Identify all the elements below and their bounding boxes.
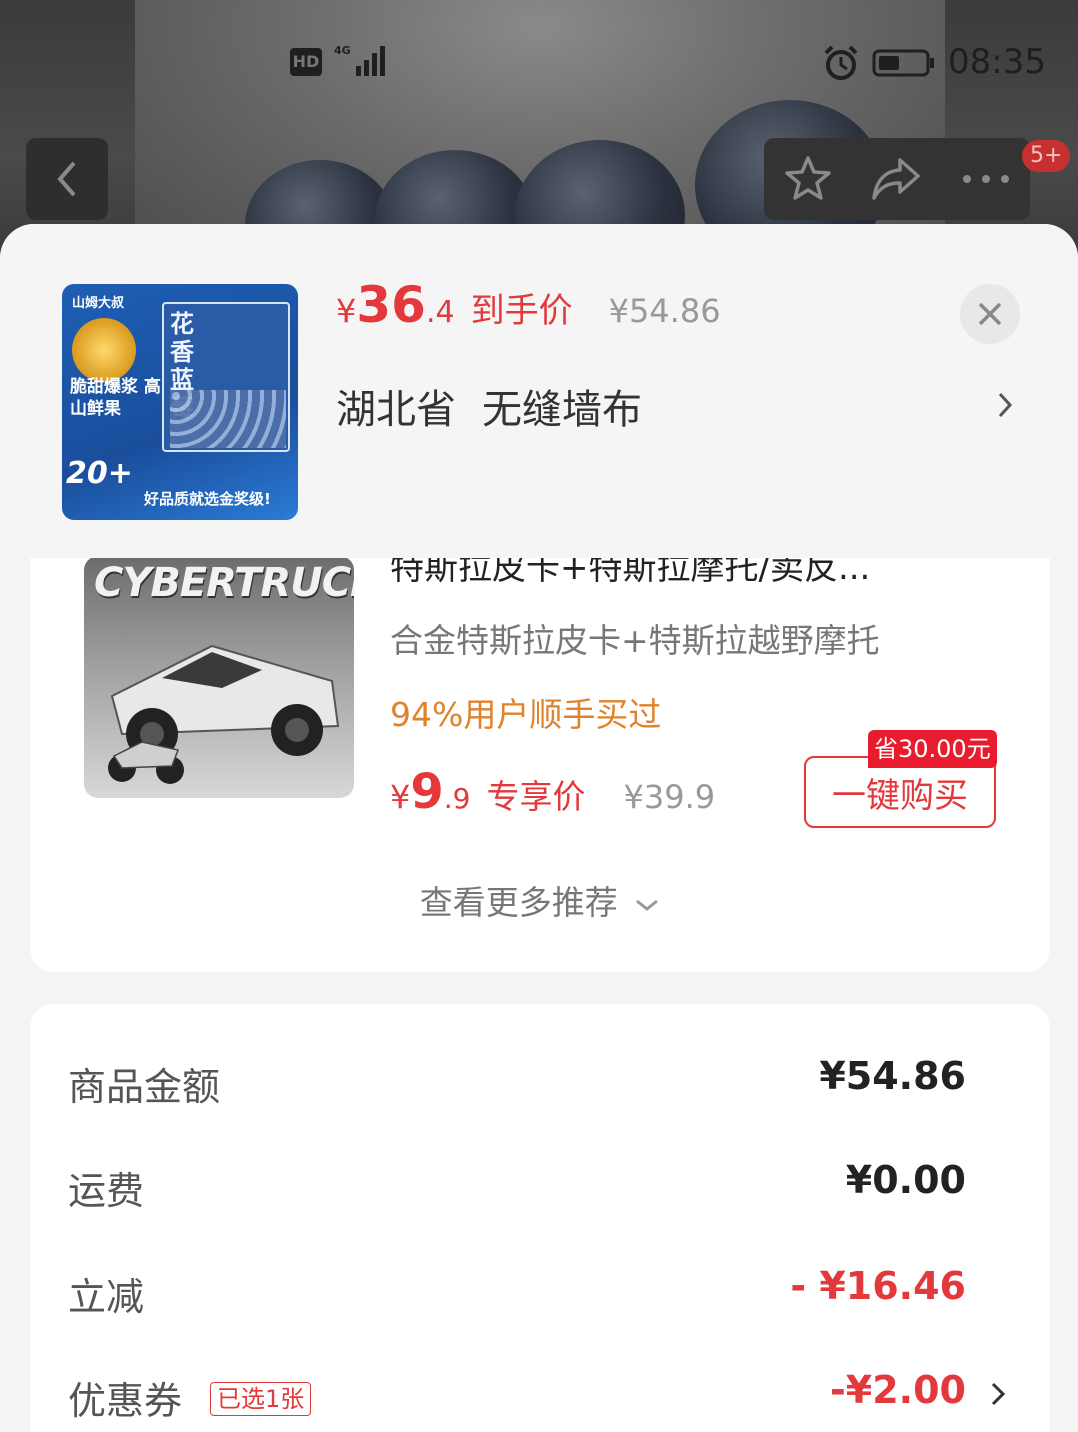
recommend-image-title: CYBERTRUCK (94, 560, 354, 606)
hd-indicator: HD (290, 48, 322, 76)
more-icon (963, 175, 1009, 183)
cybertruck-icon (108, 644, 340, 784)
summary-value: -¥2.00 (830, 1368, 966, 1412)
address-selector[interactable]: 湖北省 无缝墙布 (336, 376, 1026, 436)
summary-label: 运费 (68, 1169, 145, 1213)
blueberry-pack-icon (170, 390, 286, 448)
price-label: 到手价 (470, 291, 573, 331)
more-button[interactable] (942, 138, 1030, 220)
close-button[interactable] (960, 284, 1020, 344)
summary-label: 立减 (68, 1275, 145, 1319)
chevron-right-icon (998, 392, 1013, 418)
final-price: ¥ 36 .4 到手价 ¥54.86 (336, 276, 721, 346)
product-thumbnail[interactable]: 山姆大叔 花香蓝莓 脆甜爆浆 高山鲜果 20+ 好品质就选金奖级! (62, 284, 298, 520)
summary-value: - ¥16.46 (790, 1264, 966, 1308)
address-province: 湖北省 (336, 387, 456, 433)
summary-value: ¥54.86 (819, 1054, 966, 1098)
summary-row-shipping: 运费 ¥0.00 (30, 1146, 1050, 1226)
summary-row-discount: 立减 - ¥16.46 (30, 1252, 1050, 1332)
more-recommendations-label: 查看更多推荐 (419, 883, 618, 922)
more-recommendations-link[interactable]: 查看更多推荐 (30, 876, 1050, 924)
background-product-photo: HD 4G 08:35 5+ (0, 0, 1078, 260)
share-icon (872, 158, 920, 200)
star-icon (785, 156, 831, 200)
coupon-selected-badge: 已选1张 (210, 1382, 312, 1416)
chevron-right-icon (991, 1382, 1006, 1406)
thumb-footer: 好品质就选金奖级! (144, 490, 271, 508)
recommend-price-integer: 9 (410, 764, 444, 820)
recommend-social-proof: 94%用户顺手买过 (390, 695, 662, 734)
blueberry-photo (135, 0, 945, 260)
price-yen: ¥ (336, 292, 357, 330)
thumb-tagline: 脆甜爆浆 高山鲜果 (70, 377, 161, 419)
battery-icon (872, 49, 934, 77)
chevron-down-icon (636, 899, 659, 911)
recommend-subtitle: 合金特斯拉皮卡+特斯拉越野摩托 (390, 621, 880, 660)
top-action-group (764, 138, 1030, 220)
recommend-price-decimal: .9 (443, 782, 471, 815)
product-header: 山姆大叔 花香蓝莓 脆甜爆浆 高山鲜果 20+ 好品质就选金奖级! ¥ 36 .… (0, 224, 1078, 558)
order-summary: 商品金额 ¥54.86 运费 ¥0.00 立减 - ¥16.46 优惠券 已选1… (30, 1004, 1050, 1432)
share-button[interactable] (852, 138, 940, 220)
summary-row-coupon[interactable]: 优惠券 已选1张 -¥2.00 (30, 1356, 1050, 1432)
alarm-icon (824, 45, 858, 80)
favorite-button[interactable] (764, 138, 852, 220)
thumb-size: 20+ (66, 456, 133, 491)
message-badge: 5+ (1022, 140, 1071, 172)
summary-label: 商品金额 (68, 1065, 221, 1109)
price-decimal: .4 (425, 295, 455, 330)
summary-value: ¥0.00 (845, 1158, 966, 1202)
recommend-price-label: 专享价 (486, 777, 586, 816)
summary-row-goods: 商品金额 ¥54.86 (30, 1042, 1050, 1122)
back-button[interactable] (26, 138, 108, 220)
thumb-package: 花香蓝莓 (162, 302, 290, 452)
recommend-original-price: ¥39.9 (623, 778, 716, 816)
svg-text:4G: 4G (334, 44, 351, 57)
purchase-sheet: CYBERTRUCK 特斯拉皮卡+特斯拉摩托/卖反... 合金特斯拉皮卡+特斯拉… (0, 224, 1078, 1432)
gold-medal-icon (72, 318, 136, 382)
save-amount-badge: 省30.00元 (868, 730, 997, 768)
signal-icon: 4G (334, 44, 385, 76)
address-detail: 无缝墙布 (482, 387, 642, 433)
recommend-product-image[interactable]: CYBERTRUCK (84, 556, 354, 798)
recommend-price-yen: ¥ (390, 778, 411, 816)
thumb-brand: 山姆大叔 (72, 296, 125, 311)
original-price: ¥54.86 (608, 292, 721, 330)
clock: 08:35 (948, 42, 1046, 82)
back-icon (57, 161, 76, 197)
close-icon (978, 302, 1002, 326)
status-bar: HD 4G 08:35 (0, 40, 1078, 86)
recommend-price: ¥ 9 .9 专享价 ¥39.9 (390, 764, 715, 820)
summary-label: 优惠券 (68, 1379, 183, 1423)
price-integer: 36 (356, 276, 426, 334)
